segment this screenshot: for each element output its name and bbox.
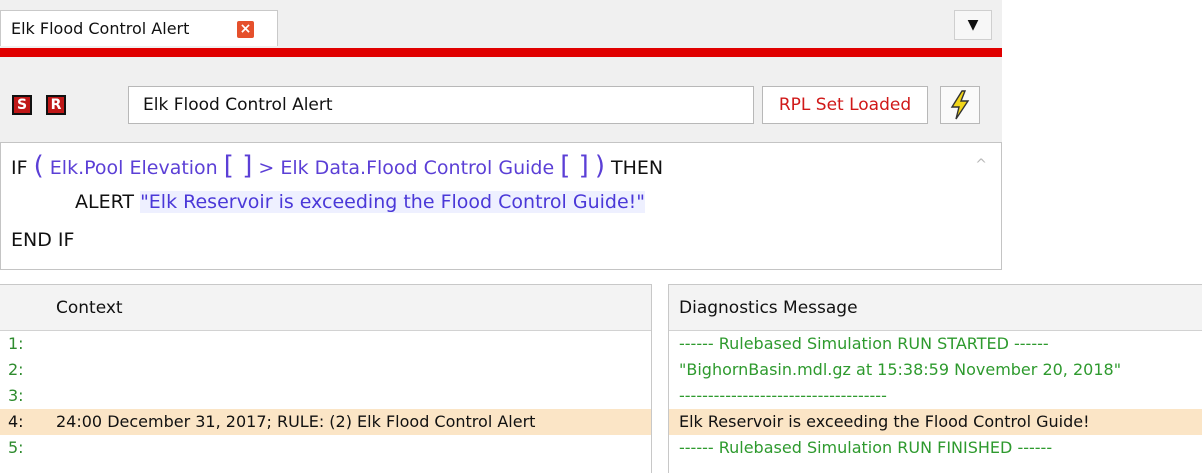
table-row[interactable]: ------------------------------------ xyxy=(669,383,1202,409)
end-if-keyword: END IF xyxy=(11,229,75,251)
row-number: 4: xyxy=(8,412,24,431)
close-icon[interactable]: × xyxy=(237,21,254,38)
alert-message-string: "Elk Reservoir is exceeding the Flood Co… xyxy=(140,191,646,213)
diagnostic-message: ------ Rulebased Simulation RUN STARTED … xyxy=(679,334,1049,353)
table-row[interactable]: 5: xyxy=(0,435,651,461)
row-number: 1: xyxy=(8,334,24,353)
paren-open: ( xyxy=(33,151,44,181)
rpl-editor-panel: Elk Flood Control Alert × ▼ S R Elk Floo… xyxy=(0,0,1002,270)
row-number: 3: xyxy=(8,386,24,405)
diagnostics-table: Diagnostics Message ------ Rulebased Sim… xyxy=(668,284,1202,473)
table-row[interactable]: 3: xyxy=(0,383,651,409)
chevron-down-icon[interactable]: ▼ xyxy=(954,10,992,40)
row-number: 2: xyxy=(8,360,24,379)
context-column-header[interactable]: Context xyxy=(0,285,651,331)
lightning-bolt-button[interactable] xyxy=(940,86,980,124)
bracket-pair: [ ] xyxy=(223,151,253,181)
rpl-set-name-field[interactable]: Elk Flood Control Alert xyxy=(128,86,754,124)
context-table: Context 1: 2: 3: 4: 24:00 December 31, 2… xyxy=(0,284,652,473)
table-row-selected[interactable]: 4: 24:00 December 31, 2017; RULE: (2) El… xyxy=(0,409,651,435)
code-line-3: END IF xyxy=(11,229,74,251)
then-keyword: THEN xyxy=(611,157,664,179)
table-row[interactable]: ------ Rulebased Simulation RUN FINISHED… xyxy=(669,435,1202,461)
diagnostic-message: ------ Rulebased Simulation RUN FINISHED… xyxy=(679,438,1053,457)
status-bar-red xyxy=(0,48,1002,57)
if-keyword: IF xyxy=(11,157,28,179)
rpl-code-editor[interactable]: IF ( Elk.Pool Elevation [ ] > Elk Data.F… xyxy=(0,142,1002,270)
row-number: 5: xyxy=(8,438,24,457)
code-line-1: IF ( Elk.Pool Elevation [ ] > Elk Data.F… xyxy=(11,151,663,181)
diagnostics-column-header[interactable]: Diagnostics Message xyxy=(669,285,1202,331)
tab-elk-flood-control-alert[interactable]: Elk Flood Control Alert × xyxy=(0,10,278,46)
lightning-icon xyxy=(950,90,970,120)
diagnostic-message: "BighornBasin.mdl.gz at 15:38:59 Novembe… xyxy=(679,360,1122,379)
panel-divider xyxy=(0,270,1202,280)
operator: > xyxy=(258,157,275,179)
table-row[interactable]: "BighornBasin.mdl.gz at 15:38:59 Novembe… xyxy=(669,357,1202,383)
r-button[interactable]: R xyxy=(46,95,66,115)
table-row[interactable]: 1: xyxy=(0,331,651,357)
table-row[interactable]: 2: xyxy=(0,357,651,383)
tab-title: Elk Flood Control Alert xyxy=(11,19,190,38)
slot-reference-pool-elevation: Elk.Pool Elevation xyxy=(49,157,218,179)
code-line-2: ALERT "Elk Reservoir is exceeding the Fl… xyxy=(75,191,646,213)
bracket-pair: [ ] xyxy=(560,151,589,181)
paren-close: ) xyxy=(594,151,605,181)
rpl-status-badge[interactable]: RPL Set Loaded xyxy=(762,86,928,124)
s-button[interactable]: S xyxy=(12,95,32,115)
slot-reference-flood-control-guide: Elk Data.Flood Control Guide xyxy=(280,157,555,179)
diagnostic-message: ------------------------------------ xyxy=(679,386,887,405)
diagnostic-message: Elk Reservoir is exceeding the Flood Con… xyxy=(679,412,1090,431)
tab-bar: Elk Flood Control Alert × ▼ xyxy=(0,0,1002,46)
table-row-selected[interactable]: Elk Reservoir is exceeding the Flood Con… xyxy=(669,409,1202,435)
scroll-up-icon[interactable]: ^ xyxy=(975,157,987,173)
alert-keyword: ALERT xyxy=(75,191,135,213)
context-text: 24:00 December 31, 2017; RULE: (2) Elk F… xyxy=(56,412,536,431)
table-row[interactable]: ------ Rulebased Simulation RUN STARTED … xyxy=(669,331,1202,357)
